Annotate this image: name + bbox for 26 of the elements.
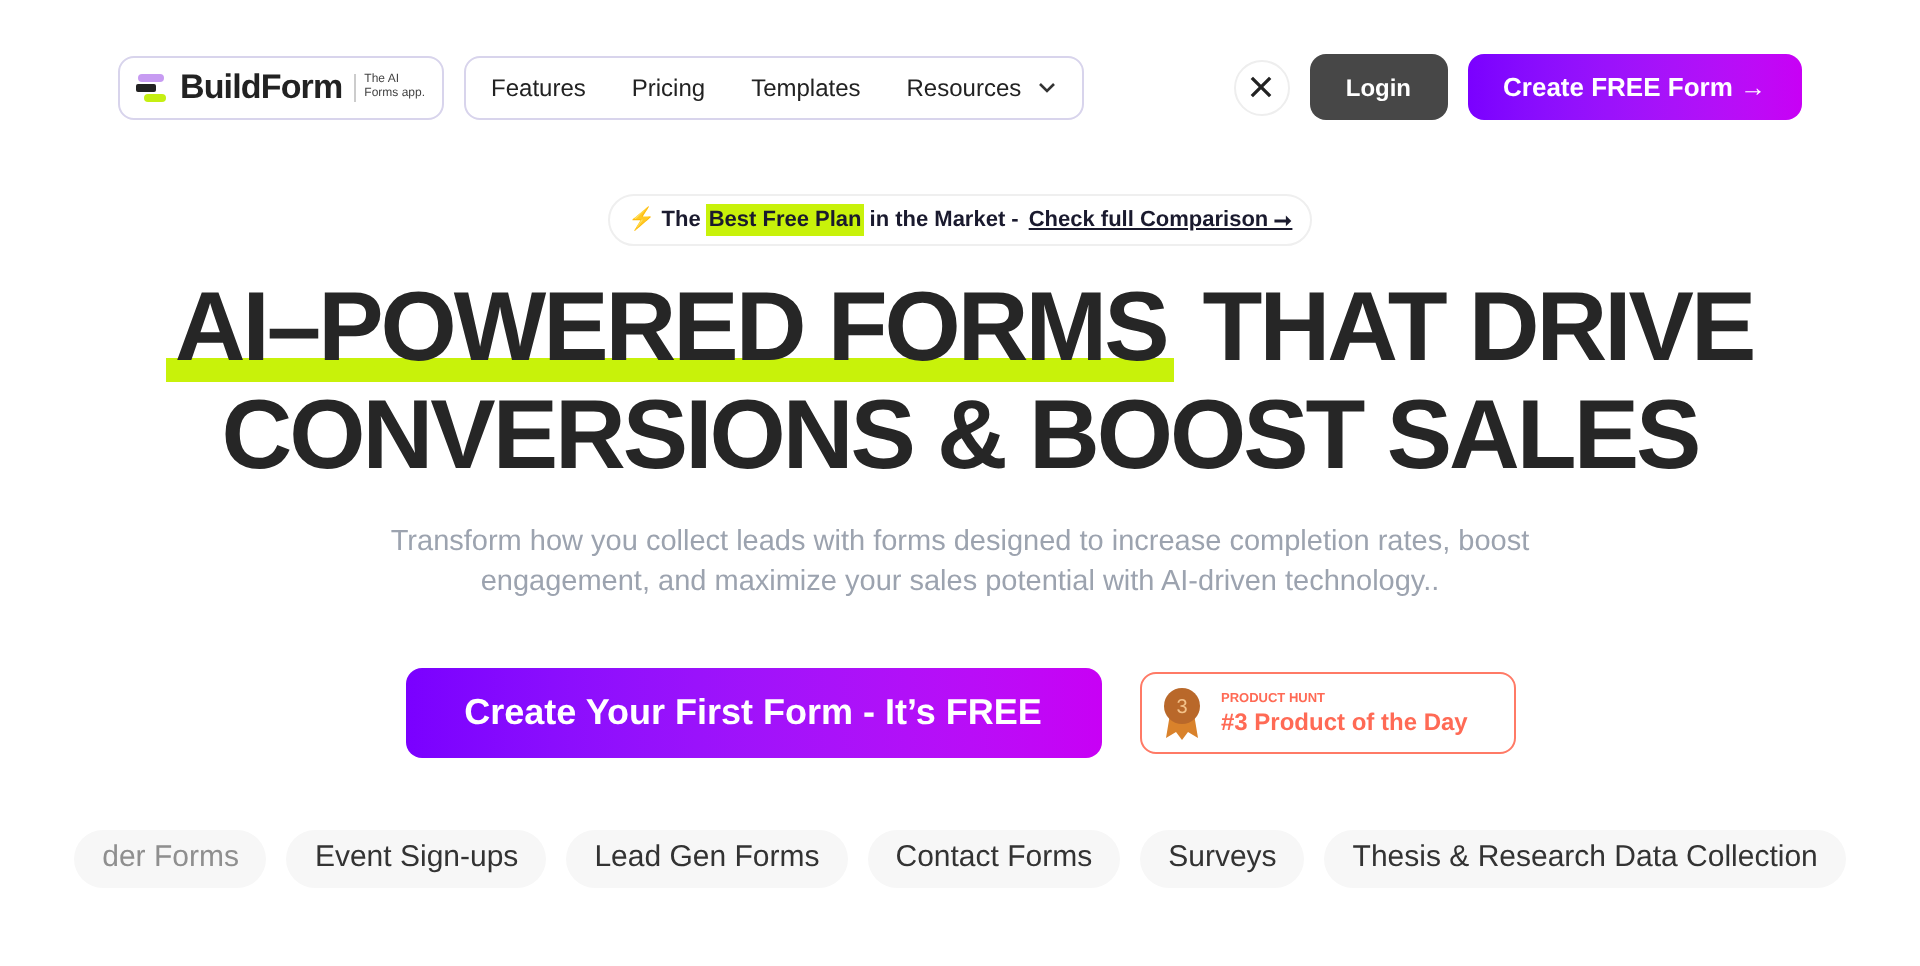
category-chip[interactable]: Event Sign-ups — [286, 830, 547, 888]
logo-icon — [136, 71, 168, 103]
login-button[interactable]: Login — [1309, 54, 1448, 120]
nav-link[interactable]: Features — [473, 69, 604, 105]
create-form-button[interactable]: Create FREE Form → — [1467, 54, 1802, 120]
lightning-icon: ⚡ — [627, 203, 656, 237]
announcement-text: in the Market - — [869, 205, 1019, 236]
comparison-link[interactable]: Check full Comparison ⭢ — [1028, 203, 1293, 237]
announcement-text: The — [661, 205, 701, 236]
x-link[interactable] — [1233, 59, 1290, 115]
subtitle: Transform how you collect leads with forms designed to increase completion rates, boost engagement, and maximize your sales potential with AI-driven technology.. — [388, 524, 1532, 602]
headline-text: CONVERSIONS & BOOST SALES — [219, 382, 1701, 490]
nav-dropdown[interactable]: Resources — [888, 69, 1074, 105]
category-chip[interactable]: Thesis & Research Data Collection — [1324, 830, 1846, 888]
create-first-form-button[interactable]: Create Your First Form - It’s FREE — [405, 668, 1101, 758]
category-chip[interactable]: Lead Gen Forms — [566, 830, 848, 888]
headline-text: THAT DRIVE — [1202, 274, 1754, 382]
category-chip[interactable]: Surveys — [1140, 830, 1305, 888]
chevron-down-icon — [1037, 81, 1056, 93]
x-icon — [1250, 76, 1273, 98]
highlighted-text: Best Free Plan — [706, 203, 864, 237]
brand-name: BuildForm — [180, 65, 343, 110]
category-chip[interactable]: Contact Forms — [867, 830, 1121, 888]
nav-link[interactable]: Pricing — [613, 69, 724, 105]
badge-title: #3 Product of the Day — [1221, 708, 1468, 736]
nav-link[interactable]: Templates — [733, 69, 879, 105]
